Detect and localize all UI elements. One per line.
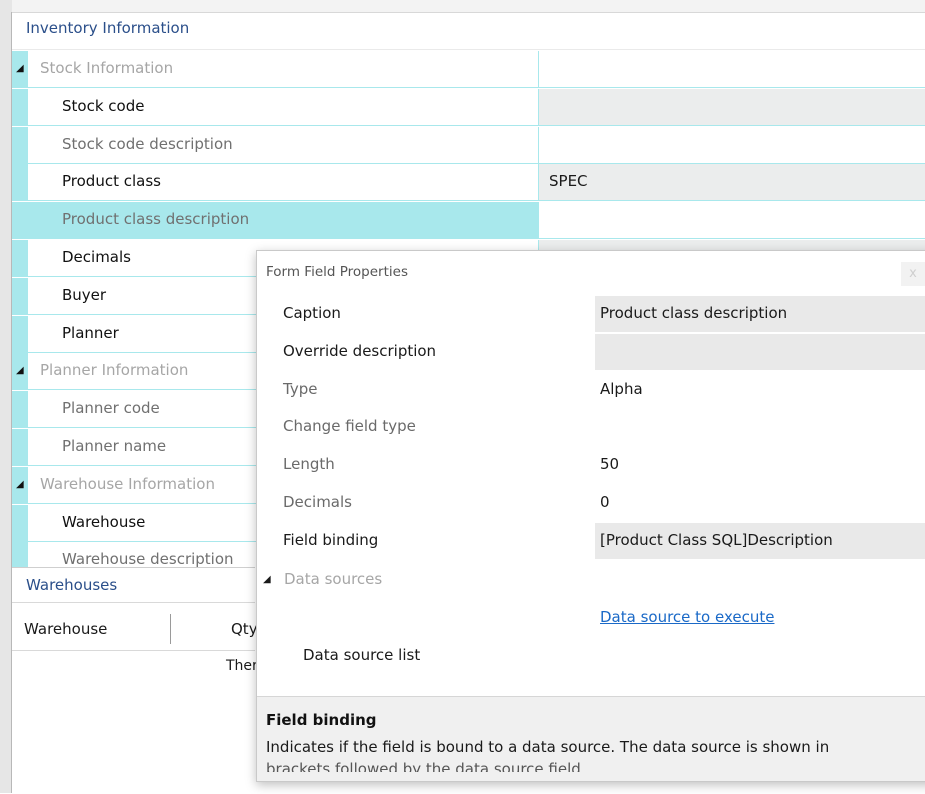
collapse-arrow-icon[interactable]: ◢ xyxy=(16,365,24,376)
field-label-cell[interactable]: Product class xyxy=(28,164,538,202)
field-label: Buyer xyxy=(62,285,107,304)
property-row[interactable]: Decimals 0 xyxy=(257,485,925,523)
row-strip xyxy=(12,88,28,126)
divider xyxy=(12,602,255,603)
grid-field-row[interactable]: Product class SPEC xyxy=(12,164,925,202)
field-label: Product class description xyxy=(62,210,250,229)
field-label: Product class xyxy=(62,172,161,191)
property-row[interactable]: Length 50 xyxy=(257,447,925,485)
row-strip xyxy=(12,504,28,542)
field-value-cell[interactable] xyxy=(538,202,925,240)
field-value-cell[interactable] xyxy=(538,126,925,164)
field-label-cell[interactable]: Stock code description xyxy=(28,127,538,164)
grid-category-row[interactable]: ◢ Stock Information xyxy=(12,51,925,88)
data-source-list-label: Data source list xyxy=(303,646,421,664)
collapse-arrow-icon[interactable]: ◢ xyxy=(16,63,24,74)
property-label: Caption xyxy=(283,304,341,322)
property-row[interactable]: Field binding [Product Class SQL]Descript… xyxy=(257,522,925,561)
field-value-cell[interactable]: SPEC xyxy=(538,164,925,202)
property-value[interactable]: 50 xyxy=(595,447,925,483)
property-row[interactable]: Change field type xyxy=(257,409,925,447)
dialog-title: Form Field Properties xyxy=(266,264,408,280)
warehouses-panel-title: Warehouses xyxy=(26,576,118,594)
collapse-arrow-icon[interactable]: ◢ xyxy=(16,479,24,490)
data-source-to-execute-link[interactable]: Data source to execute xyxy=(600,608,774,626)
property-value[interactable]: Product class description xyxy=(595,296,925,332)
row-strip xyxy=(12,164,28,202)
row-strip xyxy=(12,240,28,277)
grid-field-row[interactable]: Product class description xyxy=(12,202,925,240)
column-separator[interactable] xyxy=(170,614,171,644)
field-label: Warehouse description xyxy=(62,550,234,567)
category-label: Planner Information xyxy=(40,361,189,380)
row-strip xyxy=(12,542,28,567)
field-value-cell[interactable] xyxy=(538,88,925,126)
property-label: Length xyxy=(283,455,335,474)
row-strip xyxy=(12,202,28,240)
row-strip xyxy=(12,126,28,164)
collapse-arrow-icon[interactable]: ◢ xyxy=(263,574,271,585)
category-label: Warehouse Information xyxy=(40,474,215,493)
empty-grid-message: Ther xyxy=(226,658,258,674)
column-header-warehouse[interactable]: Warehouse xyxy=(24,620,107,638)
property-label: Type xyxy=(283,379,318,398)
row-strip xyxy=(12,429,28,466)
grid-field-row[interactable]: Stock code xyxy=(12,88,925,126)
field-label-cell[interactable]: Product class description xyxy=(28,202,538,240)
field-label: Stock code description xyxy=(62,134,233,153)
help-text: Indicates if the field is bound to a dat… xyxy=(266,738,830,756)
property-value[interactable]: Alpha xyxy=(595,372,925,408)
field-label-cell[interactable]: Stock code xyxy=(28,89,538,126)
category-data-sources: Data sources xyxy=(284,570,383,588)
category-cell: ◢ Stock Information xyxy=(12,51,538,88)
top-gap xyxy=(12,0,925,12)
property-value[interactable] xyxy=(595,409,925,445)
help-text-continued: brackets followed by the data source fie… xyxy=(266,760,581,772)
field-label: Warehouse xyxy=(62,512,146,531)
field-value: SPEC xyxy=(549,172,588,191)
property-value[interactable]: [Product Class SQL]Description xyxy=(595,522,925,559)
divider xyxy=(12,650,255,651)
inventory-panel-title: Inventory Information xyxy=(26,19,190,37)
grid-field-row[interactable]: Stock code description xyxy=(12,126,925,164)
row-strip xyxy=(12,391,28,429)
property-label: Change field type xyxy=(283,417,416,436)
property-label: Override description xyxy=(283,341,437,360)
property-label: Field binding xyxy=(283,530,379,549)
field-label: Stock code xyxy=(62,96,145,115)
row-strip xyxy=(12,277,28,315)
field-label: Planner name xyxy=(62,437,167,455)
property-row[interactable]: Type Alpha xyxy=(257,372,925,410)
close-button[interactable]: x xyxy=(901,262,925,286)
field-label: Planner xyxy=(62,323,119,342)
field-label: Decimals xyxy=(62,248,131,266)
property-label: Decimals xyxy=(283,493,352,511)
field-label: Planner code xyxy=(62,399,160,418)
category-value-cell xyxy=(538,51,925,88)
property-value[interactable] xyxy=(595,333,925,370)
help-title: Field binding xyxy=(266,711,377,729)
property-row[interactable]: Override description xyxy=(257,333,925,372)
column-header-qty[interactable]: Qty xyxy=(231,620,258,638)
property-row[interactable]: Caption Product class description xyxy=(257,296,925,334)
property-value[interactable]: 0 xyxy=(595,485,925,521)
row-strip xyxy=(12,315,28,353)
category-label: Stock Information xyxy=(40,59,174,77)
